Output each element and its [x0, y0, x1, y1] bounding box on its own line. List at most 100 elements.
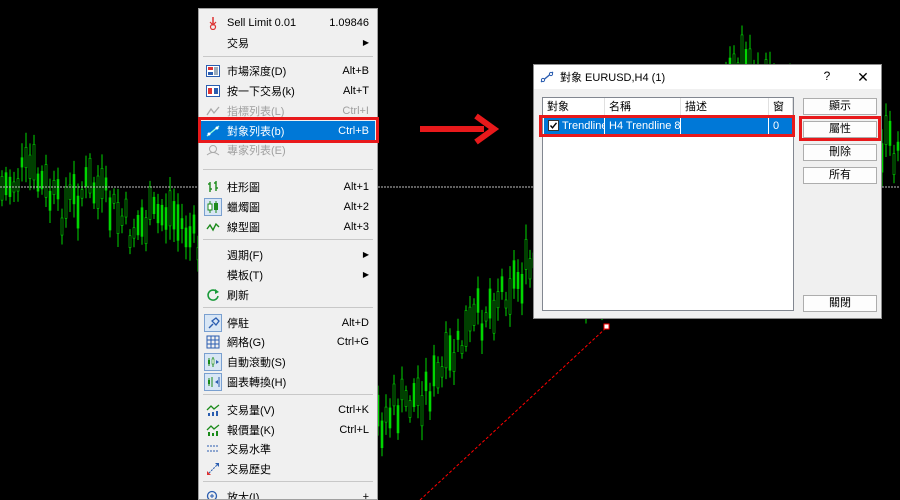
menu-item-bar-chart[interactable]: 柱形圖 Alt+1 [201, 177, 375, 196]
trade-history-icon [205, 461, 221, 477]
candle-body [388, 407, 392, 429]
candle-body [516, 272, 520, 289]
submenu-arrow-icon: ▶ [362, 250, 369, 259]
trade-levels-icon [205, 441, 221, 457]
menu-item-line-chart[interactable]: 線型圖 Alt+3 [201, 217, 375, 236]
menu-shortcut: Alt+B [342, 64, 369, 77]
menu-label: 交易水準 [227, 443, 271, 456]
trendline[interactable] [419, 326, 608, 500]
delete-button[interactable]: 刪除 [803, 144, 877, 161]
candle-body [112, 193, 116, 204]
menu-item-auto-scroll[interactable]: 自動滾動(S) [201, 352, 375, 371]
candle-body [480, 323, 484, 341]
table-row[interactable]: Trendline H4 Trendline 8... 0 [544, 117, 792, 135]
menu-item-candlesticks[interactable]: 蠟燭圖 Alt+2 [201, 197, 375, 216]
candle-body [16, 178, 20, 192]
menu-item-sell-limit[interactable]: Sell Limit 0.01 1.09846 [201, 13, 375, 32]
menu-separator [203, 239, 373, 240]
menu-item-experts-list[interactable]: 專家列表(E) [201, 140, 375, 159]
zoom-in-icon [205, 489, 221, 499]
menu-value: 1.09846 [329, 16, 369, 29]
menu-item-refresh[interactable]: 刷新 [201, 285, 375, 304]
candle-body [36, 173, 40, 192]
chart-shift-icon [204, 372, 222, 391]
menu-label: 按一下交易(k) [227, 85, 295, 98]
candle-body [100, 168, 104, 199]
column-header-name[interactable]: 名稱 [605, 98, 681, 116]
menu-item-objects-list[interactable]: 對象列表(b) Ctrl+B [201, 121, 375, 140]
close-icon[interactable]: ✕ [854, 68, 872, 86]
indicators-list-icon [205, 103, 221, 119]
menu-shortcut: Alt+1 [343, 180, 369, 193]
column-header-object[interactable]: 對象 [543, 98, 605, 116]
candle-body [512, 260, 516, 289]
menu-item-market-depth[interactable]: 市場深度(D) Alt+B [201, 61, 375, 80]
menu-item-trade-levels[interactable]: 交易水準 [201, 439, 375, 458]
market-depth-icon [205, 63, 221, 79]
candle-body [524, 239, 528, 270]
candle-body [124, 198, 128, 218]
candle-body [396, 405, 400, 434]
candle-body [188, 226, 192, 248]
candle-body [428, 391, 432, 412]
cell-window: 0 [773, 120, 780, 132]
one-click-trading-icon [205, 83, 221, 99]
properties-button[interactable]: 屬性 [803, 121, 877, 138]
menu-label: 交易量(V) [227, 404, 275, 417]
candle-body [888, 120, 892, 146]
candle-body [92, 182, 96, 204]
menu-item-indicators-list[interactable]: 指標列表(L) Ctrl+I [201, 101, 375, 120]
candle-body [456, 330, 460, 340]
menu-item-volumes[interactable]: 交易量(V) Ctrl+K [201, 400, 375, 419]
menu-item-grid[interactable]: 網格(G) Ctrl+G [201, 332, 375, 351]
candle-body [472, 303, 476, 326]
candle-body [132, 227, 136, 239]
candle-body [432, 355, 436, 387]
pin-icon [204, 313, 222, 332]
dialog-titlebar[interactable]: 對象 EURUSD,H4 (1) ? ✕ [534, 65, 881, 89]
column-header-description[interactable]: 描述 [681, 98, 769, 116]
menu-separator [203, 307, 373, 308]
objects-list-icon [540, 71, 554, 83]
objects-list[interactable]: 對象 名稱 描述 窗 Trendline H4 Trendline 8... 0 [542, 97, 794, 311]
candle-body [104, 177, 108, 191]
menu-item-trade-history[interactable]: 交易歷史 [201, 459, 375, 478]
menu-label: 交易歷史 [227, 463, 271, 476]
trendline-anchor[interactable] [603, 323, 610, 330]
candle-body [80, 189, 84, 199]
menu-shortcut: Ctrl+K [338, 403, 369, 416]
menu-label: 指標列表(L) [227, 105, 285, 118]
candle-body [192, 214, 196, 234]
all-button[interactable]: 所有 [803, 167, 877, 184]
candle-body [4, 172, 8, 196]
menu-shortcut: Ctrl+G [336, 335, 369, 348]
candle-body [84, 167, 88, 187]
candle-body [76, 195, 80, 229]
menu-item-periods[interactable]: 週期(F) ▶ [201, 245, 375, 264]
help-button[interactable]: ? [820, 69, 834, 85]
chart-context-menu: Sell Limit 0.01 1.09846 交易 ▶ 市場深度(D) Alt… [198, 8, 378, 500]
menu-item-one-click-trading[interactable]: 按一下交易(k) Alt+T [201, 81, 375, 100]
menu-separator [203, 394, 373, 395]
menu-label: Sell Limit 0.01 [227, 16, 297, 29]
menu-item-zoom-in[interactable]: 放大(I) + [201, 487, 375, 499]
candle-body [400, 378, 404, 401]
menu-label: 交易 [227, 37, 249, 50]
show-button[interactable]: 顯示 [803, 98, 877, 115]
menu-item-trade[interactable]: 交易 ▶ [201, 33, 375, 52]
candle-body [468, 306, 472, 332]
menu-label: 網格(G) [227, 336, 265, 349]
close-button[interactable]: 關閉 [803, 295, 877, 312]
cell-object: Trendline [558, 117, 605, 135]
candle-body [424, 371, 428, 392]
menu-item-tick-volumes[interactable]: 報價量(K) Ctrl+L [201, 420, 375, 439]
menu-item-template[interactable]: 模板(T) ▶ [201, 265, 375, 284]
menu-label: 對象列表(b) [227, 125, 285, 138]
column-header-window[interactable]: 窗 [769, 98, 793, 116]
menu-item-chart-shift[interactable]: 圖表轉換(H) [201, 372, 375, 391]
candle-body [0, 176, 4, 201]
menu-item-dock[interactable]: 停駐 Alt+D [201, 313, 375, 332]
candle-body [24, 146, 28, 169]
menu-label: 週期(F) [227, 249, 264, 262]
menu-separator [203, 56, 373, 57]
